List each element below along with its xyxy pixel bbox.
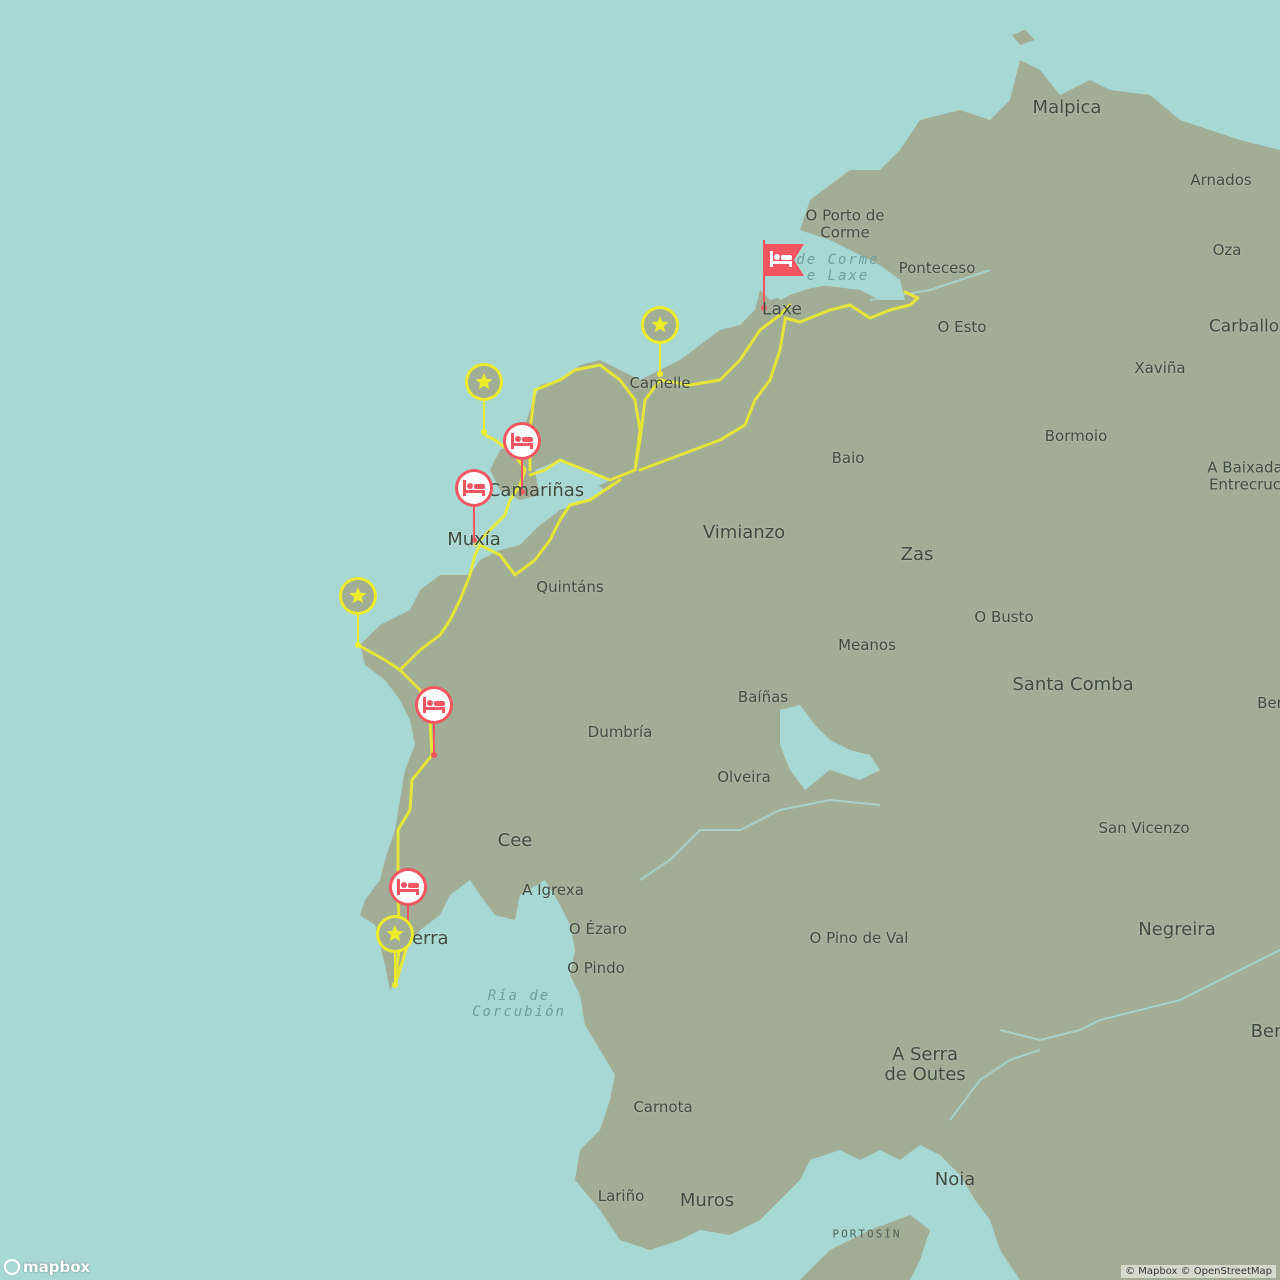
- map-canvas[interactable]: Malpica Arnados O Porto de Corme Oza Pontece…: [0, 0, 1280, 1280]
- overnight-stay-marker[interactable]: [503, 422, 541, 460]
- overnight-stay-marker[interactable]: [455, 469, 493, 507]
- highlight-marker[interactable]: [465, 363, 503, 401]
- overnight-stay-marker[interactable]: [415, 686, 453, 724]
- mapbox-logo-text: mapbox: [23, 1258, 91, 1276]
- highlight-marker[interactable]: [376, 915, 414, 953]
- highlight-marker[interactable]: [339, 577, 377, 615]
- overnight-stay-marker[interactable]: [389, 868, 427, 906]
- highlight-marker[interactable]: [641, 306, 679, 344]
- mapbox-logo-icon: [4, 1259, 20, 1275]
- mapbox-logo[interactable]: mapbox: [4, 1258, 90, 1276]
- marker-layer: [339, 306, 679, 953]
- map-attribution[interactable]: © Mapbox © OpenStreetMap: [1121, 1265, 1276, 1278]
